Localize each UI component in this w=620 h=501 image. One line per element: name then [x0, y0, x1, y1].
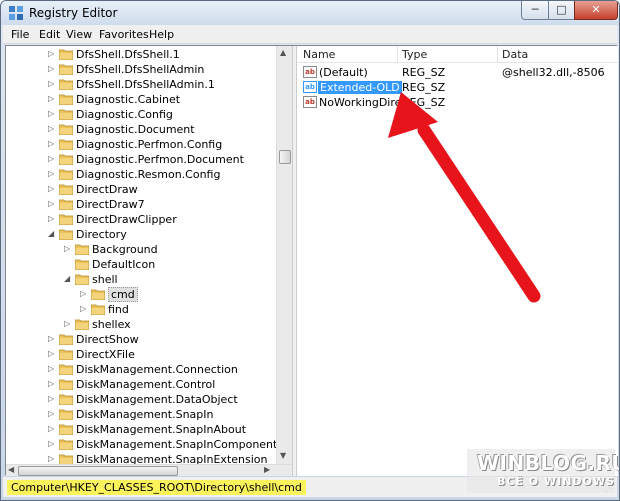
watermark-subtitle: ВСЁ О WINDOWS	[497, 475, 615, 488]
menu-favorites[interactable]: Favorites	[99, 28, 149, 41]
status-key-path: Computer\HKEY_CLASSES_ROOT\Directory\she…	[7, 480, 306, 495]
watermark-title: WINBLOG.RU	[477, 451, 620, 475]
menu-bar: File Edit View Favorites Help	[3, 25, 617, 44]
registry-editor-window: Registry Editor ─ □ ✕ File Edit View Fav…	[0, 0, 620, 501]
minimize-button[interactable]: ─	[521, 1, 549, 20]
window-title: Registry Editor	[29, 6, 118, 20]
menu-help[interactable]: Help	[149, 28, 174, 41]
menu-edit[interactable]: Edit	[39, 28, 60, 41]
watermark-logo: WINBLOG.RU ВСЁ О WINDOWS	[467, 449, 619, 493]
registry-editor-app-icon	[9, 6, 23, 20]
menu-file[interactable]: File	[11, 28, 29, 41]
maximize-button[interactable]: □	[548, 1, 575, 20]
red-arrow-annotation	[388, 92, 541, 303]
menu-view[interactable]: View	[66, 28, 92, 41]
client-area: ▷ DfsShell.DfsShell.1 ▷ DfsShell.DfsShellAd…	[5, 45, 618, 476]
title-bar[interactable]: Registry Editor ─ □ ✕	[1, 1, 619, 25]
close-button[interactable]: ✕	[574, 1, 618, 20]
